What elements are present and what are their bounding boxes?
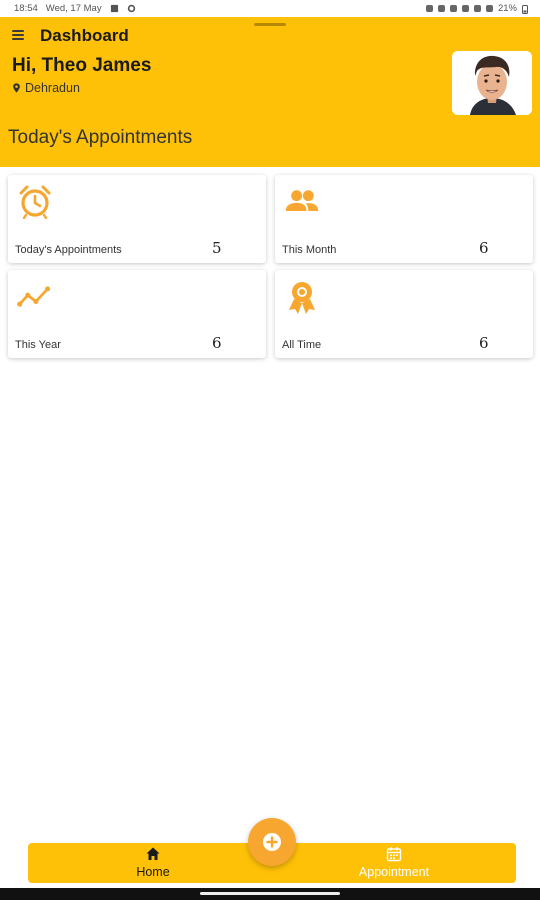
vibrate-status-icon xyxy=(461,5,469,12)
drag-handle[interactable] xyxy=(254,23,286,26)
trending-line-icon xyxy=(17,286,51,307)
bluetooth-status-icon xyxy=(449,5,457,12)
hamburger-menu-icon[interactable] xyxy=(12,30,24,40)
stat-card-value: 6 xyxy=(479,334,489,352)
calendar-icon xyxy=(386,847,402,862)
stat-card-label: All Time xyxy=(282,339,322,351)
stat-card-year[interactable]: This Year 6 xyxy=(8,270,266,358)
notification-icon xyxy=(110,4,118,13)
dashboard-header: Dashboard Hi, Theo James Dehradun Today'… xyxy=(0,17,540,167)
status-time: 18:54 xyxy=(14,3,38,14)
people-icon xyxy=(285,190,319,211)
home-gesture-pill[interactable] xyxy=(200,892,340,895)
signal-status-icon xyxy=(485,5,493,12)
user-avatar[interactable] xyxy=(452,51,532,115)
stat-card-value: 6 xyxy=(212,334,222,352)
user-greeting: Hi, Theo James xyxy=(12,55,152,76)
stat-card-value: 5 xyxy=(212,239,222,257)
nav-appointment[interactable]: Appointment xyxy=(346,846,442,882)
stat-card-label: This Month xyxy=(282,244,337,256)
battery-level: 21% xyxy=(497,3,517,14)
stat-card-label: Today's Appointments xyxy=(15,244,122,256)
settings-icon xyxy=(127,4,135,13)
battery-icon xyxy=(522,4,528,14)
user-location: Dehradun xyxy=(12,81,80,95)
location-pin-icon xyxy=(13,83,20,93)
stat-card-month[interactable]: This Month 6 xyxy=(275,175,533,263)
award-ribbon-icon xyxy=(289,282,315,314)
sim-status-icon xyxy=(437,5,445,12)
nav-home[interactable]: Home xyxy=(123,846,183,882)
stat-card-today[interactable]: Today's Appointments 5 xyxy=(8,175,266,263)
section-title: Today's Appointments xyxy=(8,127,193,148)
wifi-status-icon xyxy=(473,5,481,12)
stat-card-label: This Year xyxy=(15,339,61,351)
stat-card-alltime[interactable]: All Time 6 xyxy=(275,270,533,358)
add-appointment-button[interactable] xyxy=(248,818,296,866)
add-circle-icon xyxy=(263,833,281,851)
dashboard-screen: 18:54 Wed, 17 May 21% Dashboard Hi, Theo… xyxy=(0,0,540,900)
alarm-status-icon xyxy=(425,5,433,12)
stat-card-value: 6 xyxy=(479,239,489,257)
status-bar: 18:54 Wed, 17 May 21% xyxy=(0,0,540,17)
avatar-portrait-icon xyxy=(452,51,532,115)
nav-appointment-label: Appointment xyxy=(358,865,430,879)
status-date: Wed, 17 May xyxy=(45,3,102,14)
nav-home-label: Home xyxy=(136,865,170,879)
page-title: Dashboard xyxy=(40,26,129,45)
location-label: Dehradun xyxy=(25,81,80,95)
home-icon xyxy=(146,847,160,860)
alarm-clock-icon xyxy=(19,185,51,220)
